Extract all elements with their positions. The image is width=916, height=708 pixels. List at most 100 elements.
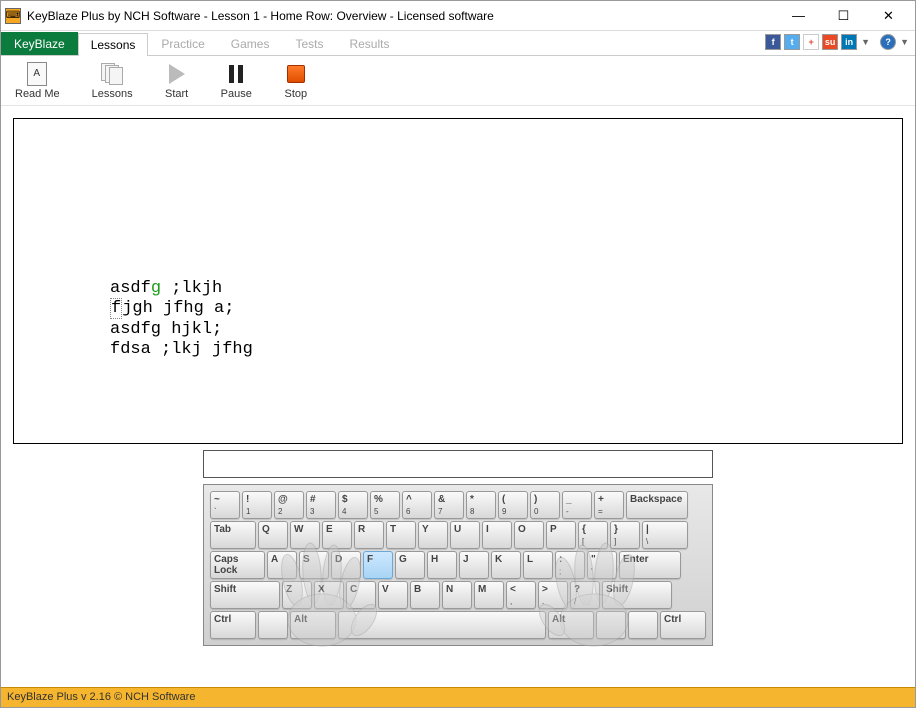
key-_-: _-	[562, 491, 592, 519]
key-q: Q	[258, 521, 288, 549]
toolbar: Read Me Lessons Start Pause Stop	[1, 56, 915, 106]
typing-input[interactable]	[203, 450, 713, 478]
close-button[interactable]: ✕	[866, 2, 911, 30]
key-!1: !1	[242, 491, 272, 519]
key-a: A	[267, 551, 297, 579]
key-)0: )0	[530, 491, 560, 519]
cursor-char: f	[110, 298, 122, 319]
key-#3: #3	[306, 491, 336, 519]
content-area: asdfg ;lkjh fjgh jfhg a; asdfg hjkl; fds…	[1, 106, 915, 658]
start-button[interactable]: Start	[159, 60, 195, 102]
key-*8: *8	[466, 491, 496, 519]
readme-icon	[27, 62, 47, 86]
status-bar: KeyBlaze Plus v 2.16 © NCH Software	[1, 687, 915, 707]
key-tab: Tab	[210, 521, 256, 549]
key-?/: ?/	[570, 581, 600, 609]
key-c: C	[346, 581, 376, 609]
pause-button[interactable]: Pause	[215, 60, 258, 102]
key-caps lock: Caps Lock	[210, 551, 265, 579]
lesson-text: asdfg ;lkjh fjgh jfhg a; asdfg hjkl; fds…	[110, 279, 253, 361]
key-t: T	[386, 521, 416, 549]
app-icon: ⌨	[5, 8, 21, 24]
key-u: U	[450, 521, 480, 549]
lessons-icon	[101, 63, 123, 85]
key-f: F	[363, 551, 393, 579]
play-icon	[169, 64, 185, 84]
title-bar: ⌨ KeyBlaze Plus by NCH Software - Lesson…	[1, 1, 915, 31]
key-enter: Enter	[619, 551, 681, 579]
key-<,: <,	[506, 581, 536, 609]
key-b: B	[410, 581, 440, 609]
key-{[: {[	[578, 521, 608, 549]
key-^6: ^6	[402, 491, 432, 519]
key-blank	[628, 611, 658, 639]
key-&7: &7	[434, 491, 464, 519]
key->.: >.	[538, 581, 568, 609]
key-e: E	[322, 521, 352, 549]
key-shift: Shift	[602, 581, 672, 609]
key-~`: ~`	[210, 491, 240, 519]
key-alt: Alt	[548, 611, 594, 639]
lessons-button[interactable]: Lessons	[86, 60, 139, 102]
key-l: L	[523, 551, 553, 579]
correct-char: g	[151, 279, 161, 298]
key-:;: :;	[555, 551, 585, 579]
stop-button[interactable]: Stop	[278, 60, 314, 102]
twitter-icon[interactable]: t	[784, 34, 800, 50]
tab-keyblaze[interactable]: KeyBlaze	[1, 32, 78, 55]
key-(9: (9	[498, 491, 528, 519]
key-r: R	[354, 521, 384, 549]
tab-practice[interactable]: Practice	[148, 32, 217, 55]
key-}]: }]	[610, 521, 640, 549]
key-w: W	[290, 521, 320, 549]
facebook-icon[interactable]: f	[765, 34, 781, 50]
window-title: KeyBlaze Plus by NCH Software - Lesson 1…	[27, 9, 776, 23]
key-n: N	[442, 581, 472, 609]
maximize-button[interactable]: ☐	[821, 2, 866, 30]
key-m: M	[474, 581, 504, 609]
social-dropdown-icon[interactable]: ▼	[861, 37, 870, 47]
key-k: K	[491, 551, 521, 579]
stumbleupon-icon[interactable]: su	[822, 34, 838, 50]
key-s: S	[299, 551, 329, 579]
key-j: J	[459, 551, 489, 579]
google-plus-icon[interactable]: +	[803, 34, 819, 50]
key-p: P	[546, 521, 576, 549]
minimize-button[interactable]: —	[776, 2, 821, 30]
key-shift: Shift	[210, 581, 280, 609]
key-ctrl: Ctrl	[660, 611, 706, 639]
readme-button[interactable]: Read Me	[9, 60, 66, 102]
help-dropdown-icon[interactable]: ▼	[900, 37, 909, 47]
key-backspace: Backspace	[626, 491, 688, 519]
pause-icon	[229, 65, 243, 83]
key-"': "'	[587, 551, 617, 579]
key-blank	[596, 611, 626, 639]
linkedin-icon[interactable]: in	[841, 34, 857, 50]
help-icon[interactable]: ?	[880, 34, 896, 50]
key-o: O	[514, 521, 544, 549]
key-blank	[258, 611, 288, 639]
key-x: X	[314, 581, 344, 609]
key-alt: Alt	[290, 611, 336, 639]
key-ctrl: Ctrl	[210, 611, 256, 639]
key-z: Z	[282, 581, 312, 609]
key-blank	[338, 611, 546, 639]
key-$4: $4	[338, 491, 368, 519]
tab-tests[interactable]: Tests	[282, 32, 336, 55]
key-h: H	[427, 551, 457, 579]
key-|\: |\	[642, 521, 688, 549]
key-@2: @2	[274, 491, 304, 519]
tab-results[interactable]: Results	[336, 32, 402, 55]
virtual-keyboard: ~`!1@2#3$4%5^6&7*8(9)0_-+=BackspaceTabQW…	[203, 484, 713, 646]
key-y: Y	[418, 521, 448, 549]
tab-lessons[interactable]: Lessons	[78, 33, 149, 56]
key-d: D	[331, 551, 361, 579]
key-g: G	[395, 551, 425, 579]
stop-icon	[287, 65, 305, 83]
key-+=: +=	[594, 491, 624, 519]
tab-games[interactable]: Games	[218, 32, 283, 55]
lesson-text-panel: asdfg ;lkjh fjgh jfhg a; asdfg hjkl; fds…	[13, 118, 903, 444]
tab-strip: KeyBlaze Lessons Practice Games Tests Re…	[1, 31, 915, 56]
key-i: I	[482, 521, 512, 549]
key-v: V	[378, 581, 408, 609]
